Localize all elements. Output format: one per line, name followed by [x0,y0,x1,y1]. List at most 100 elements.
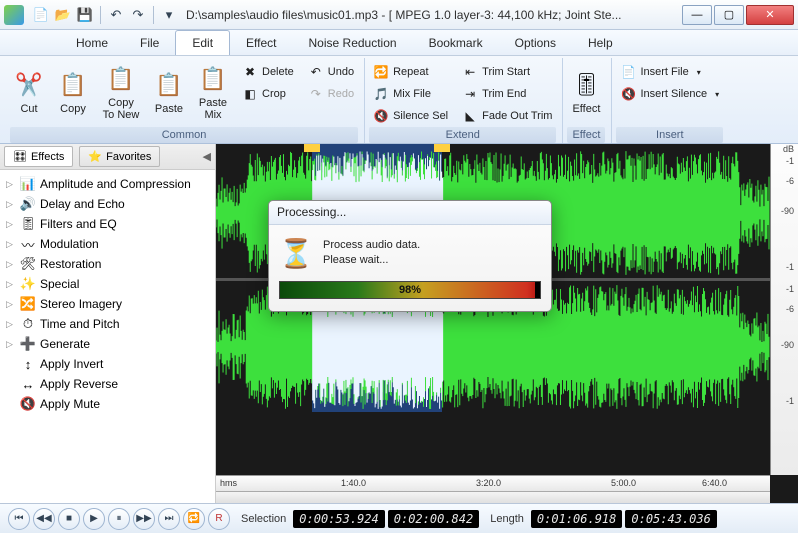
menu-edit[interactable]: Edit [175,30,230,55]
tree-item[interactable]: ↕Apply Invert [2,354,213,374]
close-button[interactable]: ✕ [746,5,794,25]
transport-bar: ⏮ ◀◀ ■ ▶ ⏸ ▶▶ ⏭ 🔁 R Selection 0:00:53.92… [0,503,798,533]
paste-mix-icon: 📋 [197,63,229,95]
restoration-icon: 🛠 [20,256,36,272]
copy-button[interactable]: 📋Copy [52,58,94,124]
group-label: Common [10,127,358,143]
ribbon-group-insert: 📄Insert File▾ 🔇Insert Silence▾ Insert [614,58,729,143]
menu-file[interactable]: File [124,30,175,55]
insert-file-button[interactable]: 📄Insert File▾ [614,62,725,82]
chevron-down-icon: ▾ [697,68,701,77]
separator [153,6,154,24]
expand-icon[interactable]: ▷ [6,279,16,290]
effect-icon: 🎚 [570,69,602,101]
forward-button[interactable]: ▶▶ [133,508,155,530]
paste-icon: 📋 [153,69,185,101]
delete-button[interactable]: ✖Delete [236,62,300,82]
horizontal-scrollbar[interactable] [216,491,770,503]
tab-effects[interactable]: 🎛Effects [4,146,73,167]
mix-icon: 🎵 [373,86,389,102]
invert-icon: ↕ [20,356,36,372]
expand-icon[interactable]: ▷ [6,199,16,210]
trim-end-button[interactable]: ⇥Trim End [456,84,558,104]
minimize-button[interactable]: — [682,5,712,25]
tree-item[interactable]: ▷〰Modulation [2,234,213,254]
waveform-area[interactable]: dB -1 -6 -90 -1 -1 -6 -90 -1 hms 1:40.0 … [216,144,798,503]
redo-button[interactable]: ↷Redo [302,84,360,104]
loop-button[interactable]: 🔁 [183,508,205,530]
tree-item[interactable]: ▷🛠Restoration [2,254,213,274]
tree-item[interactable]: ▷➕Generate [2,334,213,354]
qat-redo-icon[interactable]: ↷ [129,6,147,24]
expand-icon[interactable]: ▷ [6,259,16,270]
trim-end-icon: ⇥ [462,86,478,102]
insert-silence-button[interactable]: 🔇Insert Silence▾ [614,84,725,104]
pin-icon[interactable]: ◀ [203,150,211,163]
cut-button[interactable]: ✂️Cut [8,58,50,124]
expand-icon[interactable]: ▷ [6,219,16,230]
amplitude-icon: 📊 [20,176,36,192]
crop-button[interactable]: ◧Crop [236,84,300,104]
qat-undo-icon[interactable]: ↶ [107,6,125,24]
hourglass-icon: ⏳ [279,233,313,273]
menubar: Home File Edit Effect Noise Reduction Bo… [0,30,798,56]
tree-item[interactable]: ▷🎚Filters and EQ [2,214,213,234]
trim-start-button[interactable]: ⇤Trim Start [456,62,558,82]
tree-item[interactable]: ↔Apply Reverse [2,374,213,394]
skip-end-button[interactable]: ⏭ [158,508,180,530]
menu-help[interactable]: Help [572,30,629,55]
menu-noise-reduction[interactable]: Noise Reduction [293,30,413,55]
fade-out-trim-button[interactable]: ◣Fade Out Trim [456,106,558,126]
delete-icon: ✖ [242,64,258,80]
repeat-button[interactable]: 🔁Repeat [367,62,454,82]
record-button[interactable]: R [208,508,230,530]
sidebar-tabs: 🎛Effects ⭐Favorites ◀ [0,144,215,170]
play-button[interactable]: ▶ [83,508,105,530]
menu-effect[interactable]: Effect [230,30,292,55]
stereo-icon: 🔀 [20,296,36,312]
qat-new-icon[interactable]: 📄 [32,6,50,24]
tree-item[interactable]: ▷⏱Time and Pitch [2,314,213,334]
stop-button[interactable]: ■ [58,508,80,530]
tree-item[interactable]: ▷🔊Delay and Echo [2,194,213,214]
insert-file-icon: 📄 [620,64,636,80]
progress-remaining [535,282,540,298]
mix-file-button[interactable]: 🎵Mix File [367,84,454,104]
expand-icon[interactable]: ▷ [6,239,16,250]
expand-icon[interactable]: ▷ [6,339,16,350]
qat-dropdown-icon[interactable]: ▾ [160,6,178,24]
tree-item[interactable]: ▷🔀Stereo Imagery [2,294,213,314]
effects-sidebar: 🎛Effects ⭐Favorites ◀ ▷📊Amplitude and Co… [0,144,216,503]
effect-button[interactable]: 🎚Effect [565,58,607,124]
group-label: Extend [369,127,556,143]
ribbon-group-common: ✂️Cut 📋Copy 📋Copy To New 📋Paste 📋Paste M… [8,58,365,143]
pause-button[interactable]: ⏸ [108,508,130,530]
qat-save-icon[interactable]: 💾 [76,6,94,24]
qat-open-icon[interactable]: 📂 [54,6,72,24]
maximize-button[interactable]: ▢ [714,5,744,25]
expand-icon[interactable]: ▷ [6,299,16,310]
tree-item[interactable]: ▷✨Special [2,274,213,294]
expand-icon[interactable]: ▷ [6,179,16,190]
fade-icon: ◣ [462,108,478,124]
generate-icon: ➕ [20,336,36,352]
paste-button[interactable]: 📋Paste [148,58,190,124]
menu-bookmark[interactable]: Bookmark [413,30,499,55]
length-time-a: 0:01:06.918 [531,510,622,528]
silence-sel-button[interactable]: 🔇Silence Sel [367,106,454,126]
menu-home[interactable]: Home [60,30,124,55]
undo-button[interactable]: ↶Undo [302,62,360,82]
copy-to-new-button[interactable]: 📋Copy To New [96,58,146,124]
menu-options[interactable]: Options [499,30,572,55]
skip-start-button[interactable]: ⏮ [8,508,30,530]
expand-icon[interactable]: ▷ [6,319,16,330]
timeline[interactable]: hms 1:40.0 3:20.0 5:00.0 6:40.0 [216,475,770,491]
tree-item[interactable]: ▷📊Amplitude and Compression [2,174,213,194]
paste-mix-button[interactable]: 📋Paste Mix [192,58,234,124]
tree-item[interactable]: 🔇Apply Mute [2,394,213,414]
tab-favorites[interactable]: ⭐Favorites [79,146,160,167]
rewind-button[interactable]: ◀◀ [33,508,55,530]
effects-tree[interactable]: ▷📊Amplitude and Compression ▷🔊Delay and … [0,170,215,503]
undo-icon: ↶ [308,64,324,80]
selection-label: Selection [241,513,286,525]
